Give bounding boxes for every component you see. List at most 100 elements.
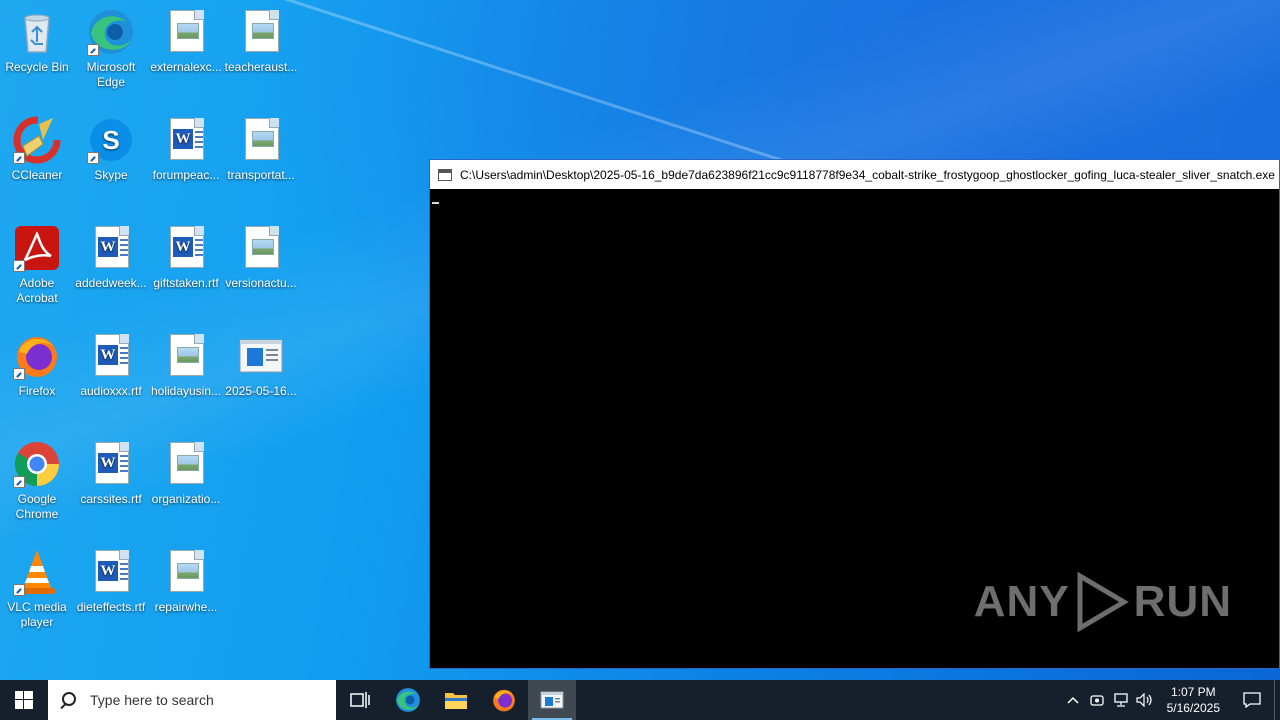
firefox-icon [13, 332, 61, 380]
play-logo-icon [1077, 572, 1129, 632]
desktop-icon-skype[interactable]: S Skype [74, 116, 148, 183]
search-placeholder: Type here to search [90, 692, 214, 708]
taskbar-edge-button[interactable] [384, 680, 432, 720]
desktop-icon-google-chrome[interactable]: Google Chrome [0, 440, 74, 522]
network-icon [1113, 693, 1128, 707]
taskbar-file-explorer-button[interactable] [432, 680, 480, 720]
notification-icon [1243, 692, 1261, 708]
desktop-icon-vlc[interactable]: VLC media player [0, 548, 74, 630]
anyrun-watermark: ANY RUN [974, 572, 1232, 632]
image-file-icon [237, 116, 285, 164]
desktop-icon-executable[interactable]: 2025-05-16... [224, 332, 298, 399]
desktop-icon-microsoft-edge[interactable]: Microsoft Edge [74, 8, 148, 90]
icon-label: Google Chrome [15, 492, 59, 521]
console-title: C:\Users\admin\Desktop\2025-05-16_b9de7d… [460, 167, 1275, 182]
shortcut-arrow-icon [13, 476, 25, 488]
desktop-icon-teacheraust[interactable]: teacheraust... [224, 8, 298, 75]
icon-label: Microsoft Edge [86, 60, 136, 89]
taskbar-clock[interactable]: 1:07 PM 5/16/2025 [1157, 684, 1230, 716]
notifications-button[interactable] [1230, 680, 1274, 720]
desktop-icon-transportat[interactable]: transportat... [224, 116, 298, 183]
taskbar-search-box[interactable]: Type here to search [48, 680, 336, 720]
folder-icon [445, 693, 467, 709]
desktop-icon-firefox[interactable]: Firefox [0, 332, 74, 399]
clock-time: 1:07 PM [1170, 685, 1216, 699]
google-chrome-icon [13, 440, 61, 488]
word-document-icon: W [87, 224, 135, 272]
icon-label: Skype [94, 168, 128, 182]
icon-label: repairwhe... [154, 600, 218, 614]
desktop-icon-giftstaken[interactable]: W giftstaken.rtf [149, 224, 223, 291]
console-cursor [432, 202, 439, 204]
icon-label: holidayusin... [150, 384, 222, 398]
icon-label: Adobe Acrobat [16, 276, 58, 305]
tray-network-button[interactable] [1109, 680, 1133, 720]
icon-label: Firefox [18, 384, 56, 398]
svg-text:S: S [102, 125, 119, 155]
word-document-icon: W [87, 548, 135, 596]
desktop-icon-addedweek[interactable]: W addedweek... [74, 224, 148, 291]
console-app-icon [540, 691, 564, 709]
icon-label: organizatio... [151, 492, 221, 506]
watermark-text-right: RUN [1133, 577, 1232, 626]
desktop-icon-externalexc[interactable]: externalexc... [149, 8, 223, 75]
recycle-bin-icon [13, 8, 61, 56]
desktop-icon-audioxxx[interactable]: W audioxxx.rtf [74, 332, 148, 399]
word-document-icon: W [162, 224, 210, 272]
icon-label: teacheraust... [224, 60, 298, 74]
word-document-icon: W [87, 332, 135, 380]
icon-label: VLC media player [7, 600, 67, 629]
start-button[interactable] [0, 680, 48, 720]
desktop-icon-forumpeac[interactable]: W forumpeac... [149, 116, 223, 183]
desktop: Recycle Bin CCleaner Adobe Acrobat Firef… [0, 0, 1280, 680]
windows-logo-icon [15, 691, 33, 709]
desktop-icon-adobe-acrobat[interactable]: Adobe Acrobat [0, 224, 74, 306]
shortcut-arrow-icon [13, 368, 25, 380]
show-hidden-icons-button[interactable] [1061, 680, 1085, 720]
image-file-icon [162, 548, 210, 596]
shortcut-arrow-icon [87, 44, 99, 56]
icon-label: addedweek... [75, 276, 147, 290]
show-desktop-button[interactable] [1274, 680, 1280, 720]
tray-volume-button[interactable] [1133, 680, 1157, 720]
icon-label: Recycle Bin [5, 60, 69, 74]
desktop-icon-repairwhe[interactable]: repairwhe... [149, 548, 223, 615]
taskbar: Type here to search 1:07 PM 5/16/2025 [0, 680, 1280, 720]
icon-label: forumpeac... [152, 168, 220, 182]
desktop-icon-organizatio[interactable]: organizatio... [149, 440, 223, 507]
skype-icon: S [87, 116, 135, 164]
console-titlebar[interactable]: C:\Users\admin\Desktop\2025-05-16_b9de7d… [430, 160, 1279, 189]
taskbar-console-button[interactable] [528, 680, 576, 720]
word-document-icon: W [162, 116, 210, 164]
tray-meet-now-button[interactable] [1085, 680, 1109, 720]
desktop-icon-dieteffects[interactable]: W dieteffects.rtf [74, 548, 148, 615]
desktop-icon-holidayusin[interactable]: holidayusin... [149, 332, 223, 399]
task-view-button[interactable] [336, 680, 384, 720]
icon-label: 2025-05-16... [225, 384, 297, 398]
icon-label: versionactu... [225, 276, 297, 290]
image-file-icon [162, 8, 210, 56]
ccleaner-icon [13, 116, 61, 164]
icon-label: transportat... [227, 168, 295, 182]
icon-label: externalexc... [150, 60, 222, 74]
shortcut-arrow-icon [13, 152, 25, 164]
taskbar-firefox-button[interactable] [480, 680, 528, 720]
desktop-icon-versionactu[interactable]: versionactu... [224, 224, 298, 291]
desktop-icon-carssites[interactable]: W carssites.rtf [74, 440, 148, 507]
icon-label: dieteffects.rtf [76, 600, 146, 614]
shortcut-arrow-icon [87, 152, 99, 164]
meet-now-icon [1089, 695, 1104, 706]
task-view-icon [350, 692, 370, 708]
system-tray: 1:07 PM 5/16/2025 [1061, 680, 1280, 720]
watermark-text-left: ANY [973, 577, 1070, 626]
word-document-icon: W [87, 440, 135, 488]
chevron-up-icon [1067, 696, 1079, 704]
clock-date: 5/16/2025 [1166, 701, 1220, 715]
desktop-icon-ccleaner[interactable]: CCleaner [0, 116, 74, 183]
vlc-cone-icon [13, 548, 61, 596]
search-icon [60, 692, 76, 708]
console-window-icon [438, 168, 452, 181]
desktop-icon-recycle-bin[interactable]: Recycle Bin [0, 8, 74, 75]
speaker-icon [1136, 693, 1152, 707]
icon-label: CCleaner [11, 168, 63, 182]
